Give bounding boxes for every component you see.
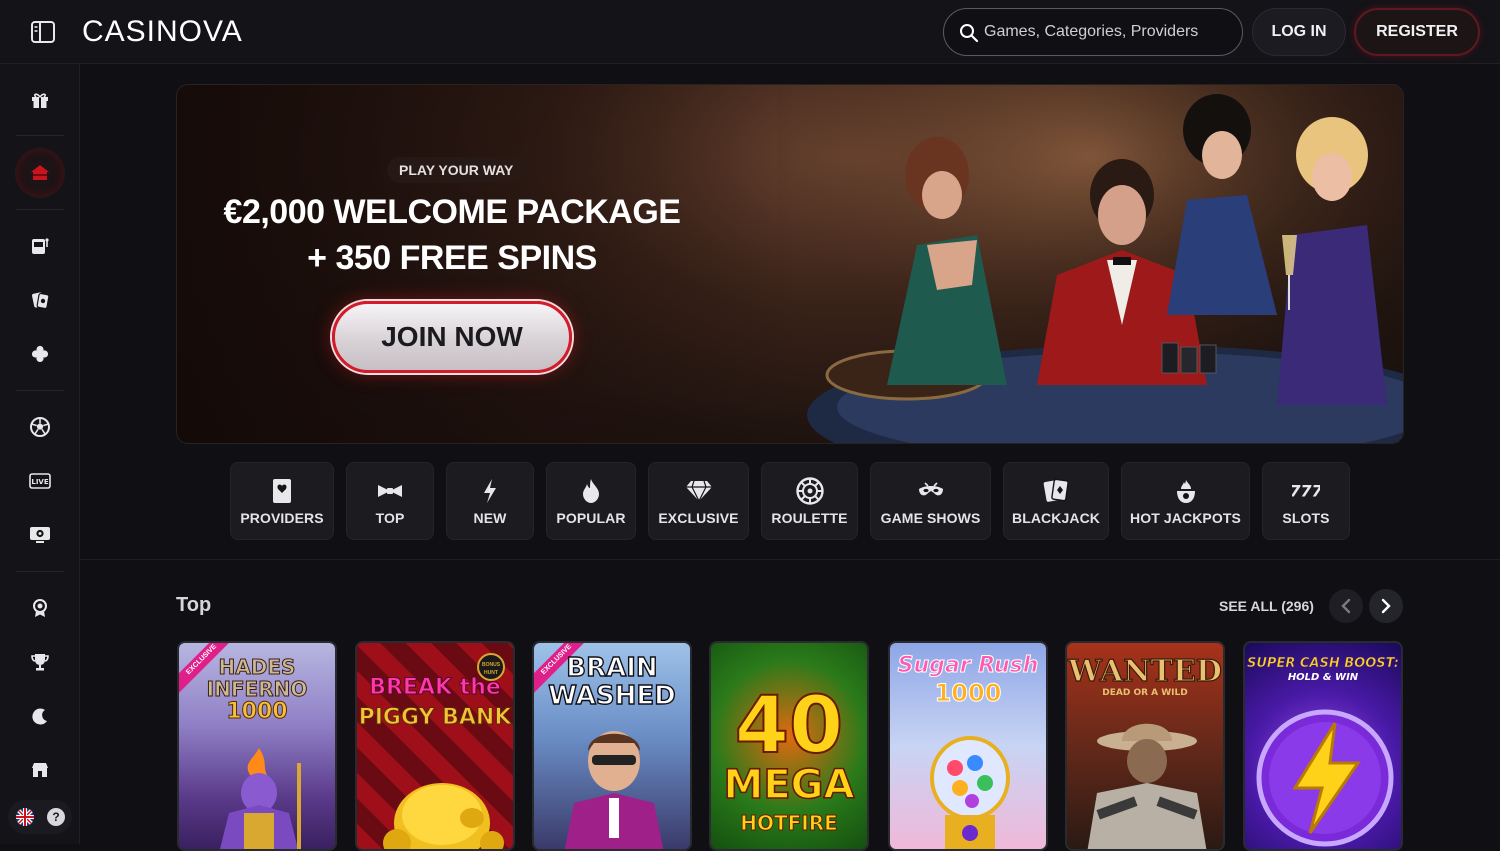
- section-title-top: Top: [176, 594, 212, 616]
- register-button[interactable]: REGISTER: [1354, 8, 1480, 56]
- game-title-line-1: 40: [734, 681, 845, 771]
- mask-icon: [917, 477, 945, 505]
- game-title-line-1: BRAIN: [566, 653, 659, 683]
- poker-chip-icon[interactable]: [16, 276, 64, 324]
- game-title-line-2: 1000: [934, 679, 1002, 707]
- roulette-icon: [795, 477, 824, 505]
- game-card-wanted-dead-or-a-wild[interactable]: WANTED DEAD OR A WILD: [1065, 641, 1225, 851]
- search-input[interactable]: [984, 9, 1234, 55]
- category-label: PROVIDERS: [240, 510, 324, 526]
- hero-banner[interactable]: PLAY YOUR WAY €2,000 WELCOME PACKAGE + 3…: [176, 84, 1404, 444]
- diamond-icon: [685, 477, 713, 505]
- category-label: ROULETTE: [771, 510, 848, 526]
- live-icon[interactable]: LIVE: [16, 457, 64, 505]
- svg-text:777: 777: [1292, 482, 1320, 501]
- flame-icon: [577, 477, 605, 505]
- hot-pot-icon: [1172, 477, 1200, 505]
- hero-headline-line-2: + 350 FREE SPINS: [307, 239, 597, 277]
- casinova-logo[interactable]: CASINOVA: [82, 14, 243, 50]
- top-bar: CASINOVA LOG IN REGISTER: [0, 0, 1500, 64]
- category-exclusive[interactable]: EXCLUSIVE: [648, 462, 749, 540]
- hero-casino-illustration: [777, 85, 1403, 443]
- game-card-sugar-rush-1000[interactable]: Sugar Rush 1000: [888, 641, 1048, 851]
- category-slots[interactable]: 777 SLOTS: [1262, 462, 1350, 540]
- see-all-link[interactable]: SEE ALL (296): [1219, 598, 1314, 614]
- game-title-line-1: Sugar Rush: [897, 653, 1039, 678]
- search-icon: [959, 23, 979, 43]
- category-top[interactable]: TOP: [346, 462, 434, 540]
- uk-flag-icon[interactable]: [16, 808, 34, 826]
- slot-machine-icon[interactable]: [16, 222, 64, 270]
- bow-tie-icon: [376, 477, 404, 505]
- shop-icon[interactable]: [16, 746, 64, 794]
- category-providers[interactable]: PROVIDERS: [230, 462, 334, 540]
- category-new[interactable]: NEW: [446, 462, 534, 540]
- hero-headline-line-1: €2,000 WELCOME PACKAGE: [223, 193, 681, 231]
- category-hot-jackpots[interactable]: HOT JACKPOTS: [1121, 462, 1250, 540]
- game-title-line-1: HADES: [218, 655, 296, 679]
- game-card-brain-washed[interactable]: EXCLUSIVE BRAIN WASHED: [532, 641, 692, 851]
- 777-icon: 777: [1292, 477, 1320, 505]
- category-label: HOT JACKPOTS: [1130, 510, 1241, 526]
- game-title-line-2: WASHED: [548, 681, 677, 711]
- game-title-line-1: WANTED: [1068, 654, 1223, 689]
- category-label: NEW: [473, 510, 507, 526]
- category-label: POPULAR: [556, 510, 626, 526]
- game-title-line-2: PIGGY BANK: [358, 705, 512, 730]
- search-box[interactable]: [943, 8, 1243, 56]
- game-card-hades-inferno[interactable]: EXCLUSIVE HADES INFERNO 1000: [177, 641, 337, 851]
- category-blackjack[interactable]: BLACKJACK: [1003, 462, 1109, 540]
- trophy-icon[interactable]: [16, 638, 64, 686]
- game-title-line-3: HOTFIRE: [740, 811, 839, 835]
- sidebar-toggle-icon[interactable]: [30, 20, 56, 44]
- svg-text:LIVE: LIVE: [31, 478, 48, 486]
- section-divider: [80, 559, 1500, 560]
- category-label: TOP: [375, 510, 405, 526]
- category-label: BLACKJACK: [1011, 510, 1100, 526]
- game-title-line-3: 1000: [226, 699, 288, 724]
- join-now-button[interactable]: JOIN NOW: [332, 301, 572, 373]
- cards-icon: [1042, 477, 1070, 505]
- login-button[interactable]: LOG IN: [1252, 8, 1346, 56]
- game-title-line-1: SUPER CASH BOOST:: [1247, 656, 1400, 671]
- sports-ball-icon[interactable]: [16, 403, 64, 451]
- left-sidebar: LIVE ?: [0, 64, 80, 844]
- category-label: EXCLUSIVE: [658, 510, 739, 526]
- home-icon[interactable]: [16, 149, 64, 197]
- game-card-break-the-piggy-bank[interactable]: BONUS HUNT BREAK the PIGGY BANK: [355, 641, 515, 851]
- game-card-40-mega-hotfire[interactable]: 40 MEGA HOTFIRE: [709, 641, 869, 851]
- game-title-line-1: BREAK the: [369, 675, 502, 700]
- providers-icon: [268, 477, 296, 505]
- game-title-line-2: DEAD OR A WILD: [1102, 688, 1188, 698]
- hero-eyebrow: PLAY YOUR WAY: [387, 157, 526, 183]
- category-game-shows[interactable]: GAME SHOWS: [870, 462, 991, 540]
- lightning-icon: [476, 477, 504, 505]
- category-label: SLOTS: [1282, 510, 1330, 526]
- game-title-line-2: MEGA: [723, 762, 856, 808]
- hero-headline: €2,000 WELCOME PACKAGE + 350 FREE SPINS: [207, 189, 697, 281]
- next-arrow-button[interactable]: [1369, 589, 1403, 623]
- game-card-super-cash-boost[interactable]: SUPER CASH BOOST: HOLD & WIN: [1243, 641, 1403, 851]
- gift-icon[interactable]: [16, 76, 64, 124]
- moon-icon[interactable]: [16, 692, 64, 740]
- category-popular[interactable]: POPULAR: [546, 462, 636, 540]
- help-icon[interactable]: ?: [47, 808, 65, 826]
- tv-casino-icon[interactable]: [16, 511, 64, 559]
- game-title-line-2: INFERNO: [206, 677, 308, 701]
- category-roulette[interactable]: ROULETTE: [761, 462, 858, 540]
- category-label: GAME SHOWS: [880, 510, 981, 526]
- game-title-line-2: HOLD & WIN: [1287, 672, 1359, 683]
- badge-icon[interactable]: [16, 584, 64, 632]
- clover-icon[interactable]: [16, 330, 64, 378]
- prev-arrow-button[interactable]: [1329, 589, 1363, 623]
